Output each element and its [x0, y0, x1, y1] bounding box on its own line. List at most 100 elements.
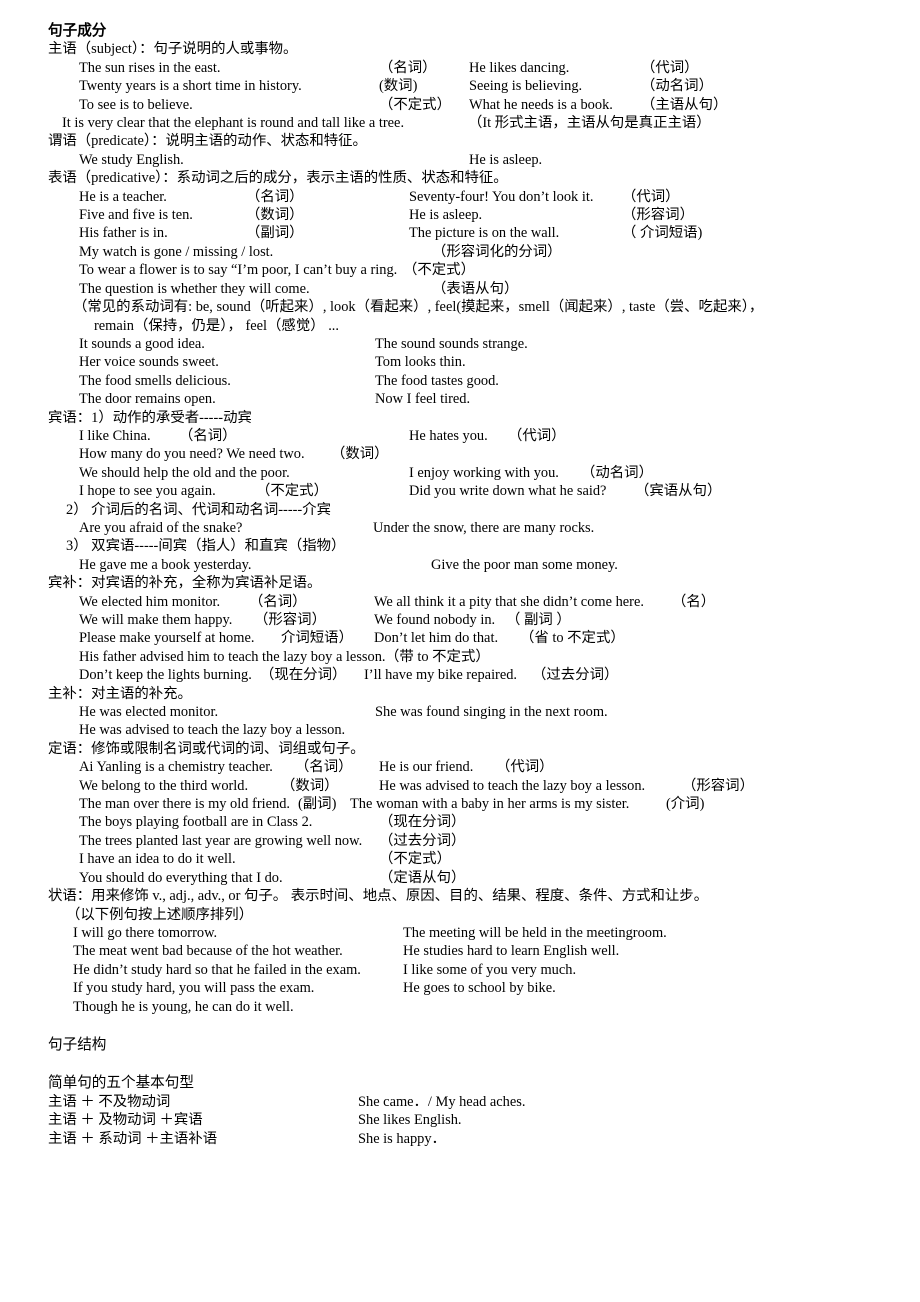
example-right: （形容词化的分词） [432, 243, 562, 260]
example-right: Under the snow, there are many rocks. [373, 519, 595, 536]
example-right: Don’t let him do that. [374, 630, 499, 647]
example-left: How many do you need? We need two. [79, 446, 305, 463]
example-row: My watch is gone / missing / lost. （形容词化… [79, 243, 908, 261]
section-heading-attributive: 定语：修饰或限制名词或代词的词、词组或句子。 [48, 740, 365, 757]
example-row: We elected him monitor. （名词） We all thin… [79, 593, 908, 611]
example-left: To see is to believe. [79, 96, 193, 113]
example-row: It sounds a good idea. The sound sounds … [79, 335, 908, 353]
example-right: What he needs is a book. [469, 96, 613, 113]
example-right: The sound sounds strange. [375, 335, 528, 352]
example-row: I hope to see you again. （不定式） Did you w… [79, 482, 908, 500]
example-left-tag: 介词短语） [281, 630, 353, 647]
example-row: Ai Yanling is a chemistry teacher. （名词） … [79, 758, 908, 776]
example-left: Ai Yanling is a chemistry teacher. [79, 759, 273, 776]
example-right: （过去分词） [379, 832, 466, 849]
example-right-tag: （动名词） [581, 464, 653, 481]
example-row: The trees planted last year are growing … [79, 832, 908, 850]
pattern-label: 主语 ＋ 系动词 ＋主语补语 [48, 1130, 218, 1147]
example-row: Five and five is ten. （数词） He is asleep.… [79, 206, 908, 224]
note-text: （常见的系动词有: be, sound（听起来）, look（看起来）, fee… [73, 299, 764, 316]
example-left: He was elected monitor. [79, 704, 219, 721]
example-left: Please make yourself at home. [79, 630, 255, 647]
example-left: The question is whether they will come. [79, 280, 310, 297]
example-row: We should help the old and the poor. I e… [79, 464, 908, 482]
example-row: He gave me a book yesterday. Give the po… [79, 556, 908, 574]
example-right-tag: （代词） [641, 59, 699, 76]
example-left: If you study hard, you will pass the exa… [73, 980, 315, 997]
example-right-tag: （ 副词 ） [506, 612, 571, 628]
example-right: Seeing is believing. [469, 78, 583, 95]
section-heading-adverbial: 状语：用来修饰 v., adj., adv., or 句子。 表示时间、地点、原… [48, 888, 709, 905]
example-left: The trees planted last year are growing … [79, 832, 363, 849]
example-right-tag: (介词) [666, 796, 705, 813]
example-row: He was elected monitor. She was found si… [79, 703, 908, 721]
linking-verbs-note-line: （常见的系动词有: be, sound（听起来）, look（看起来）, fee… [73, 298, 908, 316]
example-row: His father advised him to teach the lazy… [79, 648, 908, 666]
example-left-tag: （数词） [331, 446, 389, 463]
example-row: The sun rises in the east. （名词） He likes… [79, 59, 908, 77]
example-right: （不定式） [379, 851, 451, 868]
example-left: His father is in. [79, 225, 168, 242]
example-row: Don’t keep the lights burning. （现在分词） I’… [79, 666, 908, 684]
example-left: The door remains open. [79, 391, 216, 408]
example-row: Please make yourself at home. 介词短语） Don’… [79, 629, 908, 647]
example-left: He gave me a book yesterday. [79, 556, 252, 573]
example-row: Her voice sounds sweet. Tom looks thin. [79, 353, 908, 371]
example-right: The picture is on the wall. [409, 225, 560, 242]
example-right: I’ll have my bike repaired. [364, 667, 518, 684]
example-left-tag: （不定式） [403, 262, 475, 279]
document-page: 句子成分 主语（subject）：句子说明的人或事物。 The sun rise… [0, 0, 920, 1302]
example-left: Though he is young, he can do it well. [73, 998, 294, 1015]
example-right-tag: （代词） [622, 188, 680, 205]
example-right: The woman with a baby in her arms is my … [350, 796, 630, 813]
example-left-tag: （名词） [295, 759, 353, 776]
example-right: I like some of you very much. [403, 961, 577, 978]
example-right: We found nobody in. [374, 612, 496, 628]
example-left: Five and five is ten. [79, 207, 193, 224]
example-left-tag: （不定式） [256, 483, 328, 500]
example-row: To see is to believe. （不定式） What he need… [79, 96, 908, 114]
example-left-tag: （现在分词） [260, 667, 347, 684]
example-right: He goes to school by bike. [403, 980, 556, 997]
example-row: You should do everything that I do. （定语从… [79, 869, 908, 887]
example-left: We will make them happy. [79, 612, 233, 628]
example-right-tag: （省 to 不定式） [520, 630, 625, 647]
pattern-example: She came．/ My head aches. [358, 1093, 526, 1110]
example-row: We will make them happy. （形容词） We found … [79, 611, 908, 629]
example-row: Are you afraid of the snake? Under the s… [79, 519, 908, 537]
example-left: Her voice sounds sweet. [79, 354, 219, 371]
example-right: I enjoy working with you. [409, 464, 559, 481]
example-right: She was found singing in the next room. [375, 704, 608, 721]
example-right-tag: （名） [672, 593, 716, 610]
example-left-tag: （数词） [246, 207, 304, 224]
note-text: remain（保持，仍是）， feel（感觉） ... [94, 317, 339, 334]
example-right: （现在分词） [379, 814, 466, 831]
pattern-example: She is happy． [358, 1130, 446, 1147]
example-right: （定语从句） [379, 869, 466, 886]
example-right: Did you write down what he said? [409, 483, 607, 500]
example-row: The question is whether they will come. … [79, 280, 908, 298]
example-right: He was advised to teach the lazy boy a l… [379, 777, 646, 794]
page-title: 句子成分 [48, 23, 107, 39]
structure-gap [48, 1054, 908, 1074]
example-left: The meat went bad because of the hot wea… [73, 943, 343, 960]
example-left-tag: (副词) [298, 796, 337, 813]
section-heading-subject: 主语（subject）：句子说明的人或事物。 [48, 41, 298, 58]
example-left: I have an idea to do it well. [79, 851, 236, 868]
structure-subtitle: 简单句的五个基本句型 [48, 1075, 194, 1092]
example-row: The food smells delicious. The food tast… [79, 372, 908, 390]
subsection-heading-double-object: 3） 双宾语-----间宾（指人）和直宾（指物） [66, 538, 346, 555]
example-row: I will go there tomorrow. The meeting wi… [73, 924, 908, 942]
example-left: To wear a flower is to say “I’m poor, I … [79, 262, 398, 279]
document-body: 句子成分 主语（subject）：句子说明的人或事物。 The sun rise… [48, 22, 908, 1148]
example-row: He is a teacher. （名词） Seventy-four! You … [79, 188, 908, 206]
pattern-label: 主语 ＋ 及物动词 ＋宾语 [48, 1112, 203, 1129]
section-heading-predicative: 表语（predicative）：系动词之后的成分，表示主语的性质、状态和特征。 [48, 170, 508, 187]
example-right-tag: （代词） [496, 759, 554, 776]
example-row: His father is in. （副词） The picture is on… [79, 224, 908, 242]
example-right: He is asleep. [469, 151, 543, 168]
example-left: I will go there tomorrow. [73, 924, 218, 941]
example-left-tag: （不定式） [379, 96, 451, 113]
example-right-tag: （宾语从句） [635, 483, 722, 500]
